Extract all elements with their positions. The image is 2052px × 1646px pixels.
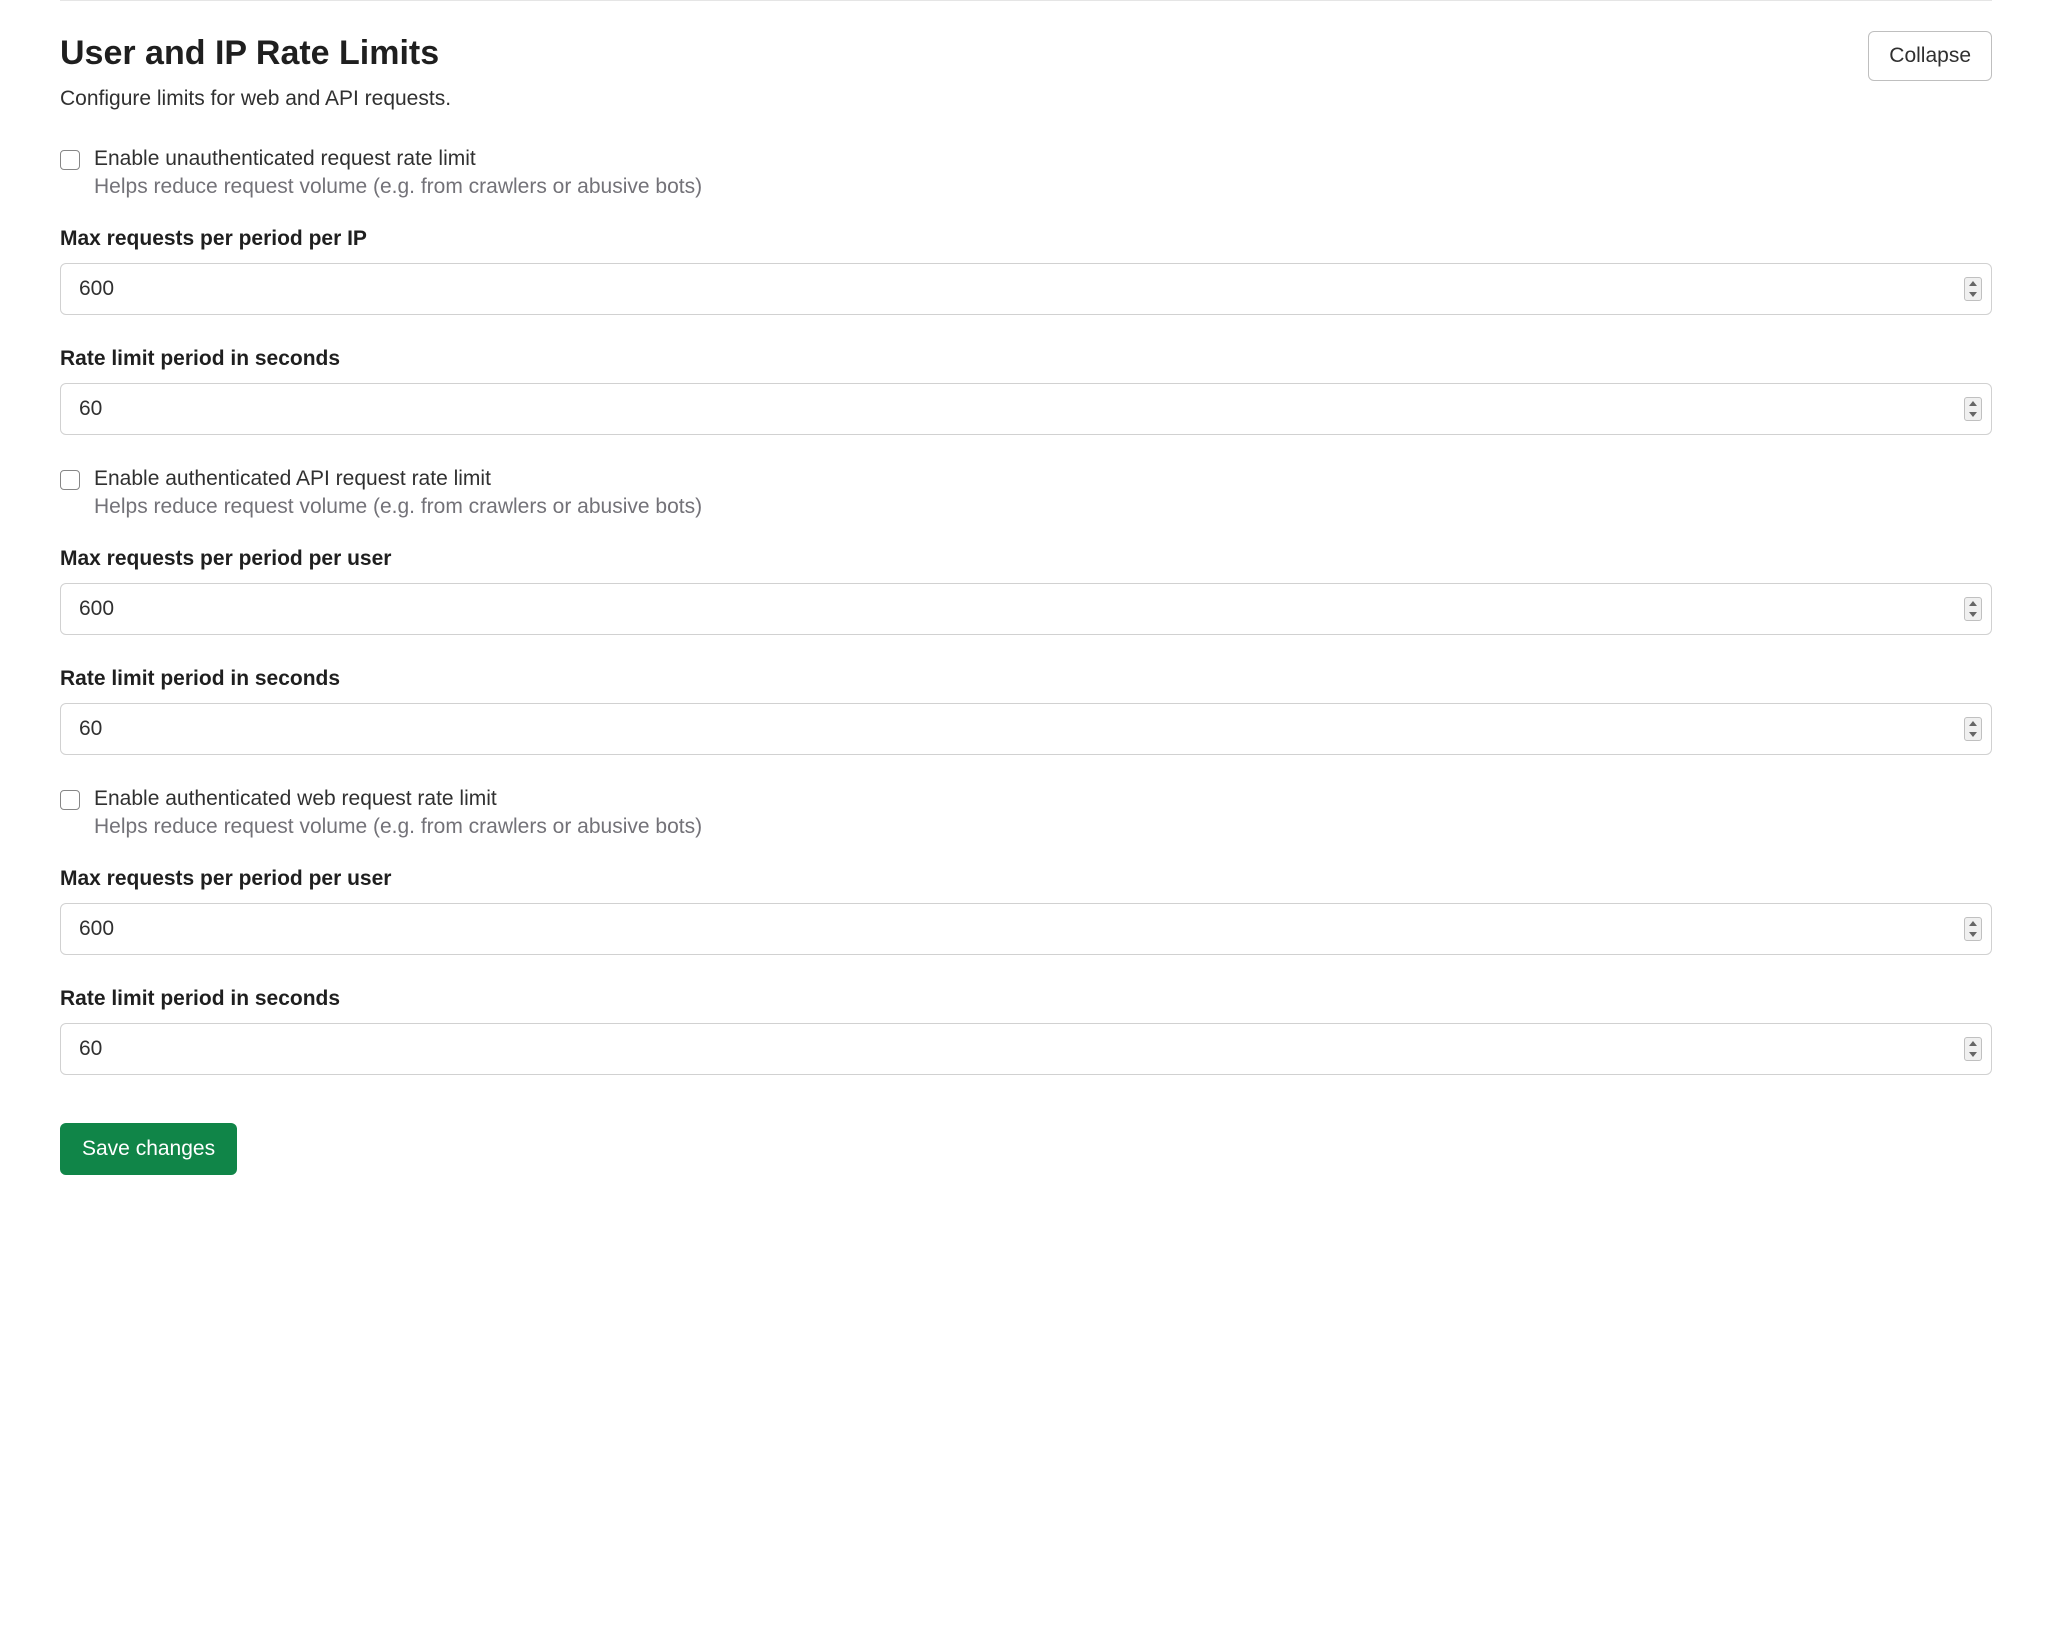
enable-auth-web-label[interactable]: Enable authenticated web request rate li… — [94, 787, 497, 811]
stepper-down-icon[interactable] — [1965, 1049, 1981, 1060]
auth-api-period-input[interactable] — [60, 703, 1992, 755]
section-description: Configure limits for web and API request… — [60, 87, 1992, 111]
auth-web-max-input-wrapper — [60, 903, 1992, 955]
number-stepper — [1964, 397, 1982, 421]
stepper-up-icon[interactable] — [1965, 1038, 1981, 1049]
unauth-max-label: Max requests per period per IP — [60, 227, 1992, 251]
auth-web-period-input-wrapper — [60, 1023, 1992, 1075]
number-stepper — [1964, 717, 1982, 741]
stepper-down-icon[interactable] — [1965, 609, 1981, 620]
auth-api-period-input-wrapper — [60, 703, 1992, 755]
auth-api-max-input-wrapper — [60, 583, 1992, 635]
auth-api-max-input[interactable] — [60, 583, 1992, 635]
unauth-period-label: Rate limit period in seconds — [60, 347, 1992, 371]
authenticated-web-group: Enable authenticated web request rate li… — [60, 787, 1992, 839]
section-divider — [60, 0, 1992, 1]
stepper-down-icon[interactable] — [1965, 289, 1981, 300]
authenticated-api-group: Enable authenticated API request rate li… — [60, 467, 1992, 519]
enable-auth-web-checkbox[interactable] — [60, 790, 80, 810]
section-header: User and IP Rate Limits Collapse — [60, 31, 1992, 81]
stepper-up-icon[interactable] — [1965, 918, 1981, 929]
auth-web-period-label: Rate limit period in seconds — [60, 987, 1992, 1011]
stepper-up-icon[interactable] — [1965, 398, 1981, 409]
stepper-down-icon[interactable] — [1965, 929, 1981, 940]
stepper-down-icon[interactable] — [1965, 729, 1981, 740]
unauthenticated-help-text: Helps reduce request volume (e.g. from c… — [94, 175, 1992, 199]
unauthenticated-group: Enable unauthenticated request rate limi… — [60, 147, 1992, 199]
stepper-up-icon[interactable] — [1965, 598, 1981, 609]
unauth-max-input[interactable] — [60, 263, 1992, 315]
enable-unauthenticated-label[interactable]: Enable unauthenticated request rate limi… — [94, 147, 476, 171]
number-stepper — [1964, 597, 1982, 621]
stepper-up-icon[interactable] — [1965, 278, 1981, 289]
number-stepper — [1964, 277, 1982, 301]
unauth-period-input-wrapper — [60, 383, 1992, 435]
stepper-down-icon[interactable] — [1965, 409, 1981, 420]
number-stepper — [1964, 1037, 1982, 1061]
auth-api-help-text: Helps reduce request volume (e.g. from c… — [94, 495, 1992, 519]
enable-auth-api-label[interactable]: Enable authenticated API request rate li… — [94, 467, 491, 491]
auth-web-help-text: Helps reduce request volume (e.g. from c… — [94, 815, 1992, 839]
enable-unauthenticated-checkbox[interactable] — [60, 150, 80, 170]
section-title: User and IP Rate Limits — [60, 31, 439, 75]
unauth-period-input[interactable] — [60, 383, 1992, 435]
auth-web-max-label: Max requests per period per user — [60, 867, 1992, 891]
collapse-button[interactable]: Collapse — [1868, 31, 1992, 81]
enable-auth-api-checkbox[interactable] — [60, 470, 80, 490]
unauth-max-input-wrapper — [60, 263, 1992, 315]
stepper-up-icon[interactable] — [1965, 718, 1981, 729]
auth-web-max-input[interactable] — [60, 903, 1992, 955]
number-stepper — [1964, 917, 1982, 941]
save-changes-button[interactable]: Save changes — [60, 1123, 237, 1175]
auth-api-period-label: Rate limit period in seconds — [60, 667, 1992, 691]
auth-api-max-label: Max requests per period per user — [60, 547, 1992, 571]
auth-web-period-input[interactable] — [60, 1023, 1992, 1075]
